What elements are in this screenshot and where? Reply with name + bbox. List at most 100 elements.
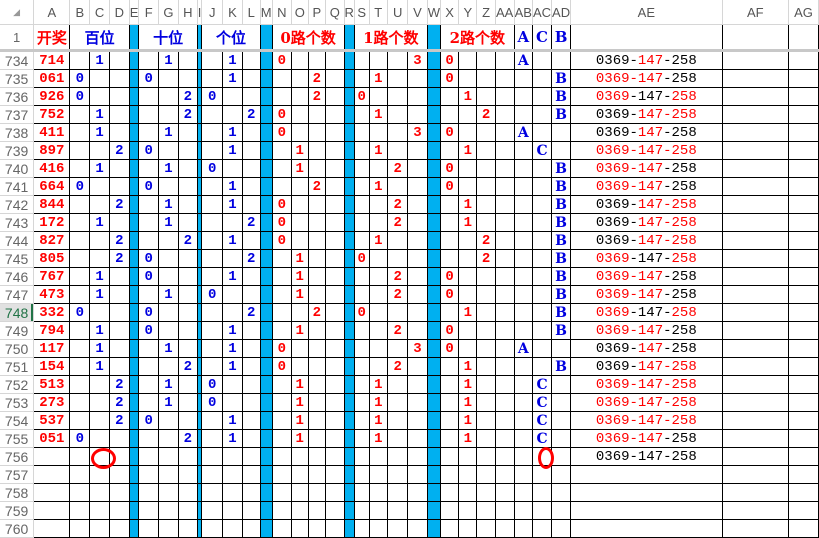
column-header-aa[interactable]: AA — [495, 0, 515, 25]
cell-x[interactable] — [439, 87, 460, 106]
cell-b[interactable] — [69, 501, 91, 520]
cell-b[interactable] — [69, 447, 91, 466]
cell-g[interactable] — [158, 465, 179, 484]
cell-j[interactable]: 0 — [201, 393, 224, 412]
cell-ag[interactable] — [788, 321, 819, 340]
cell-n[interactable] — [271, 483, 292, 502]
cell-z[interactable] — [476, 483, 496, 502]
cell-q[interactable] — [325, 231, 345, 250]
cell-c[interactable]: 1 — [89, 50, 110, 70]
cell-v[interactable] — [407, 393, 428, 412]
cell-v[interactable]: 3 — [407, 339, 428, 358]
cell-t[interactable] — [368, 519, 388, 538]
draw-number-cell[interactable]: 537 — [33, 411, 71, 430]
cell-ac[interactable] — [531, 321, 553, 340]
cell-ad[interactable] — [551, 465, 572, 484]
cell-l[interactable] — [241, 159, 261, 178]
cell-v[interactable]: 3 — [407, 50, 428, 70]
cell-ab[interactable] — [513, 267, 533, 286]
cell-l[interactable] — [241, 519, 261, 538]
cell-ag[interactable] — [788, 177, 819, 196]
cell-d[interactable] — [108, 69, 130, 88]
cell-s[interactable] — [353, 483, 370, 502]
cell-p[interactable] — [307, 105, 327, 124]
cell-l[interactable] — [241, 69, 261, 88]
row-header[interactable]: 756 — [0, 447, 35, 466]
cell-z[interactable] — [476, 141, 496, 160]
cell-ac[interactable] — [531, 231, 553, 250]
cell-f[interactable]: 0 — [138, 177, 160, 196]
cell-q[interactable] — [325, 123, 345, 142]
cell-g[interactable] — [158, 357, 179, 376]
row-header[interactable]: 758 — [0, 483, 35, 502]
cell-t[interactable] — [368, 267, 388, 286]
pattern-cell[interactable]: 0369-147-258 — [570, 357, 723, 376]
cell-ag[interactable] — [788, 447, 819, 466]
column-header-j[interactable]: J — [201, 0, 224, 25]
cell-t[interactable] — [368, 357, 388, 376]
cell-ac[interactable] — [531, 357, 553, 376]
cell-h[interactable] — [177, 447, 198, 466]
cell-af[interactable] — [721, 321, 790, 340]
cell-ab[interactable] — [513, 105, 533, 124]
cell-u[interactable] — [386, 87, 409, 106]
cell-f[interactable] — [138, 285, 160, 304]
cell-z[interactable] — [476, 285, 496, 304]
draw-number-cell[interactable]: 664 — [33, 177, 71, 196]
cell-y[interactable] — [458, 177, 478, 196]
column-header-s[interactable]: S — [354, 0, 370, 25]
cell-d[interactable] — [108, 177, 130, 196]
cell-f[interactable]: 0 — [138, 303, 160, 322]
cell-j[interactable] — [201, 123, 224, 142]
cell-f[interactable]: 0 — [138, 321, 160, 340]
cell-f[interactable] — [138, 50, 160, 70]
cell-c[interactable]: 1 — [89, 267, 110, 286]
draw-number-cell[interactable] — [33, 519, 71, 538]
cell-z[interactable] — [476, 177, 496, 196]
cell-p[interactable]: 2 — [307, 69, 327, 88]
cell-b[interactable] — [69, 483, 91, 502]
cell-ad[interactable] — [551, 483, 572, 502]
cell-t[interactable] — [368, 159, 388, 178]
draw-number-cell[interactable]: 172 — [33, 213, 71, 232]
cell-g[interactable]: 1 — [158, 339, 179, 358]
cell-t[interactable] — [368, 213, 388, 232]
cell-v[interactable] — [407, 195, 428, 214]
cell-f[interactable] — [138, 465, 160, 484]
cell-af[interactable] — [721, 123, 790, 142]
cell-u[interactable]: 2 — [386, 321, 409, 340]
cell-c[interactable] — [89, 177, 110, 196]
draw-number-cell[interactable] — [33, 465, 71, 484]
cell-l[interactable] — [241, 285, 261, 304]
column-header-h[interactable]: H — [178, 0, 198, 25]
pattern-cell[interactable]: 0369-147-258 — [570, 303, 723, 322]
cell-q[interactable] — [325, 393, 345, 412]
cell-b[interactable] — [69, 285, 91, 304]
pattern-cell[interactable]: 0369-147-258 — [570, 267, 723, 286]
cell-u[interactable] — [386, 249, 409, 268]
cell-g[interactable] — [158, 267, 179, 286]
cell-s[interactable] — [353, 195, 370, 214]
cell-h[interactable] — [177, 123, 198, 142]
cell-u[interactable] — [386, 501, 409, 520]
cell-l[interactable] — [241, 465, 261, 484]
cell-v[interactable] — [407, 447, 428, 466]
cell-h[interactable] — [177, 141, 198, 160]
cell-k[interactable] — [222, 303, 243, 322]
cell-aa[interactable] — [494, 249, 515, 268]
cell-b[interactable] — [69, 393, 91, 412]
cell-y[interactable] — [458, 465, 478, 484]
cell-ab[interactable] — [513, 375, 533, 394]
cell-l[interactable] — [241, 375, 261, 394]
cell-x[interactable] — [439, 483, 460, 502]
cell-q[interactable] — [325, 447, 345, 466]
cell-v[interactable] — [407, 303, 428, 322]
header-road0-count[interactable]: 0路个数 — [271, 24, 345, 52]
row-header[interactable]: 736 — [0, 87, 35, 106]
cell-ag[interactable] — [788, 231, 819, 250]
cell-n[interactable]: 0 — [271, 357, 292, 376]
row-header[interactable]: 753 — [0, 393, 35, 412]
cell-ab[interactable] — [513, 303, 533, 322]
cell-g[interactable] — [158, 519, 179, 538]
header-road2-count[interactable]: 2路个数 — [439, 24, 515, 52]
